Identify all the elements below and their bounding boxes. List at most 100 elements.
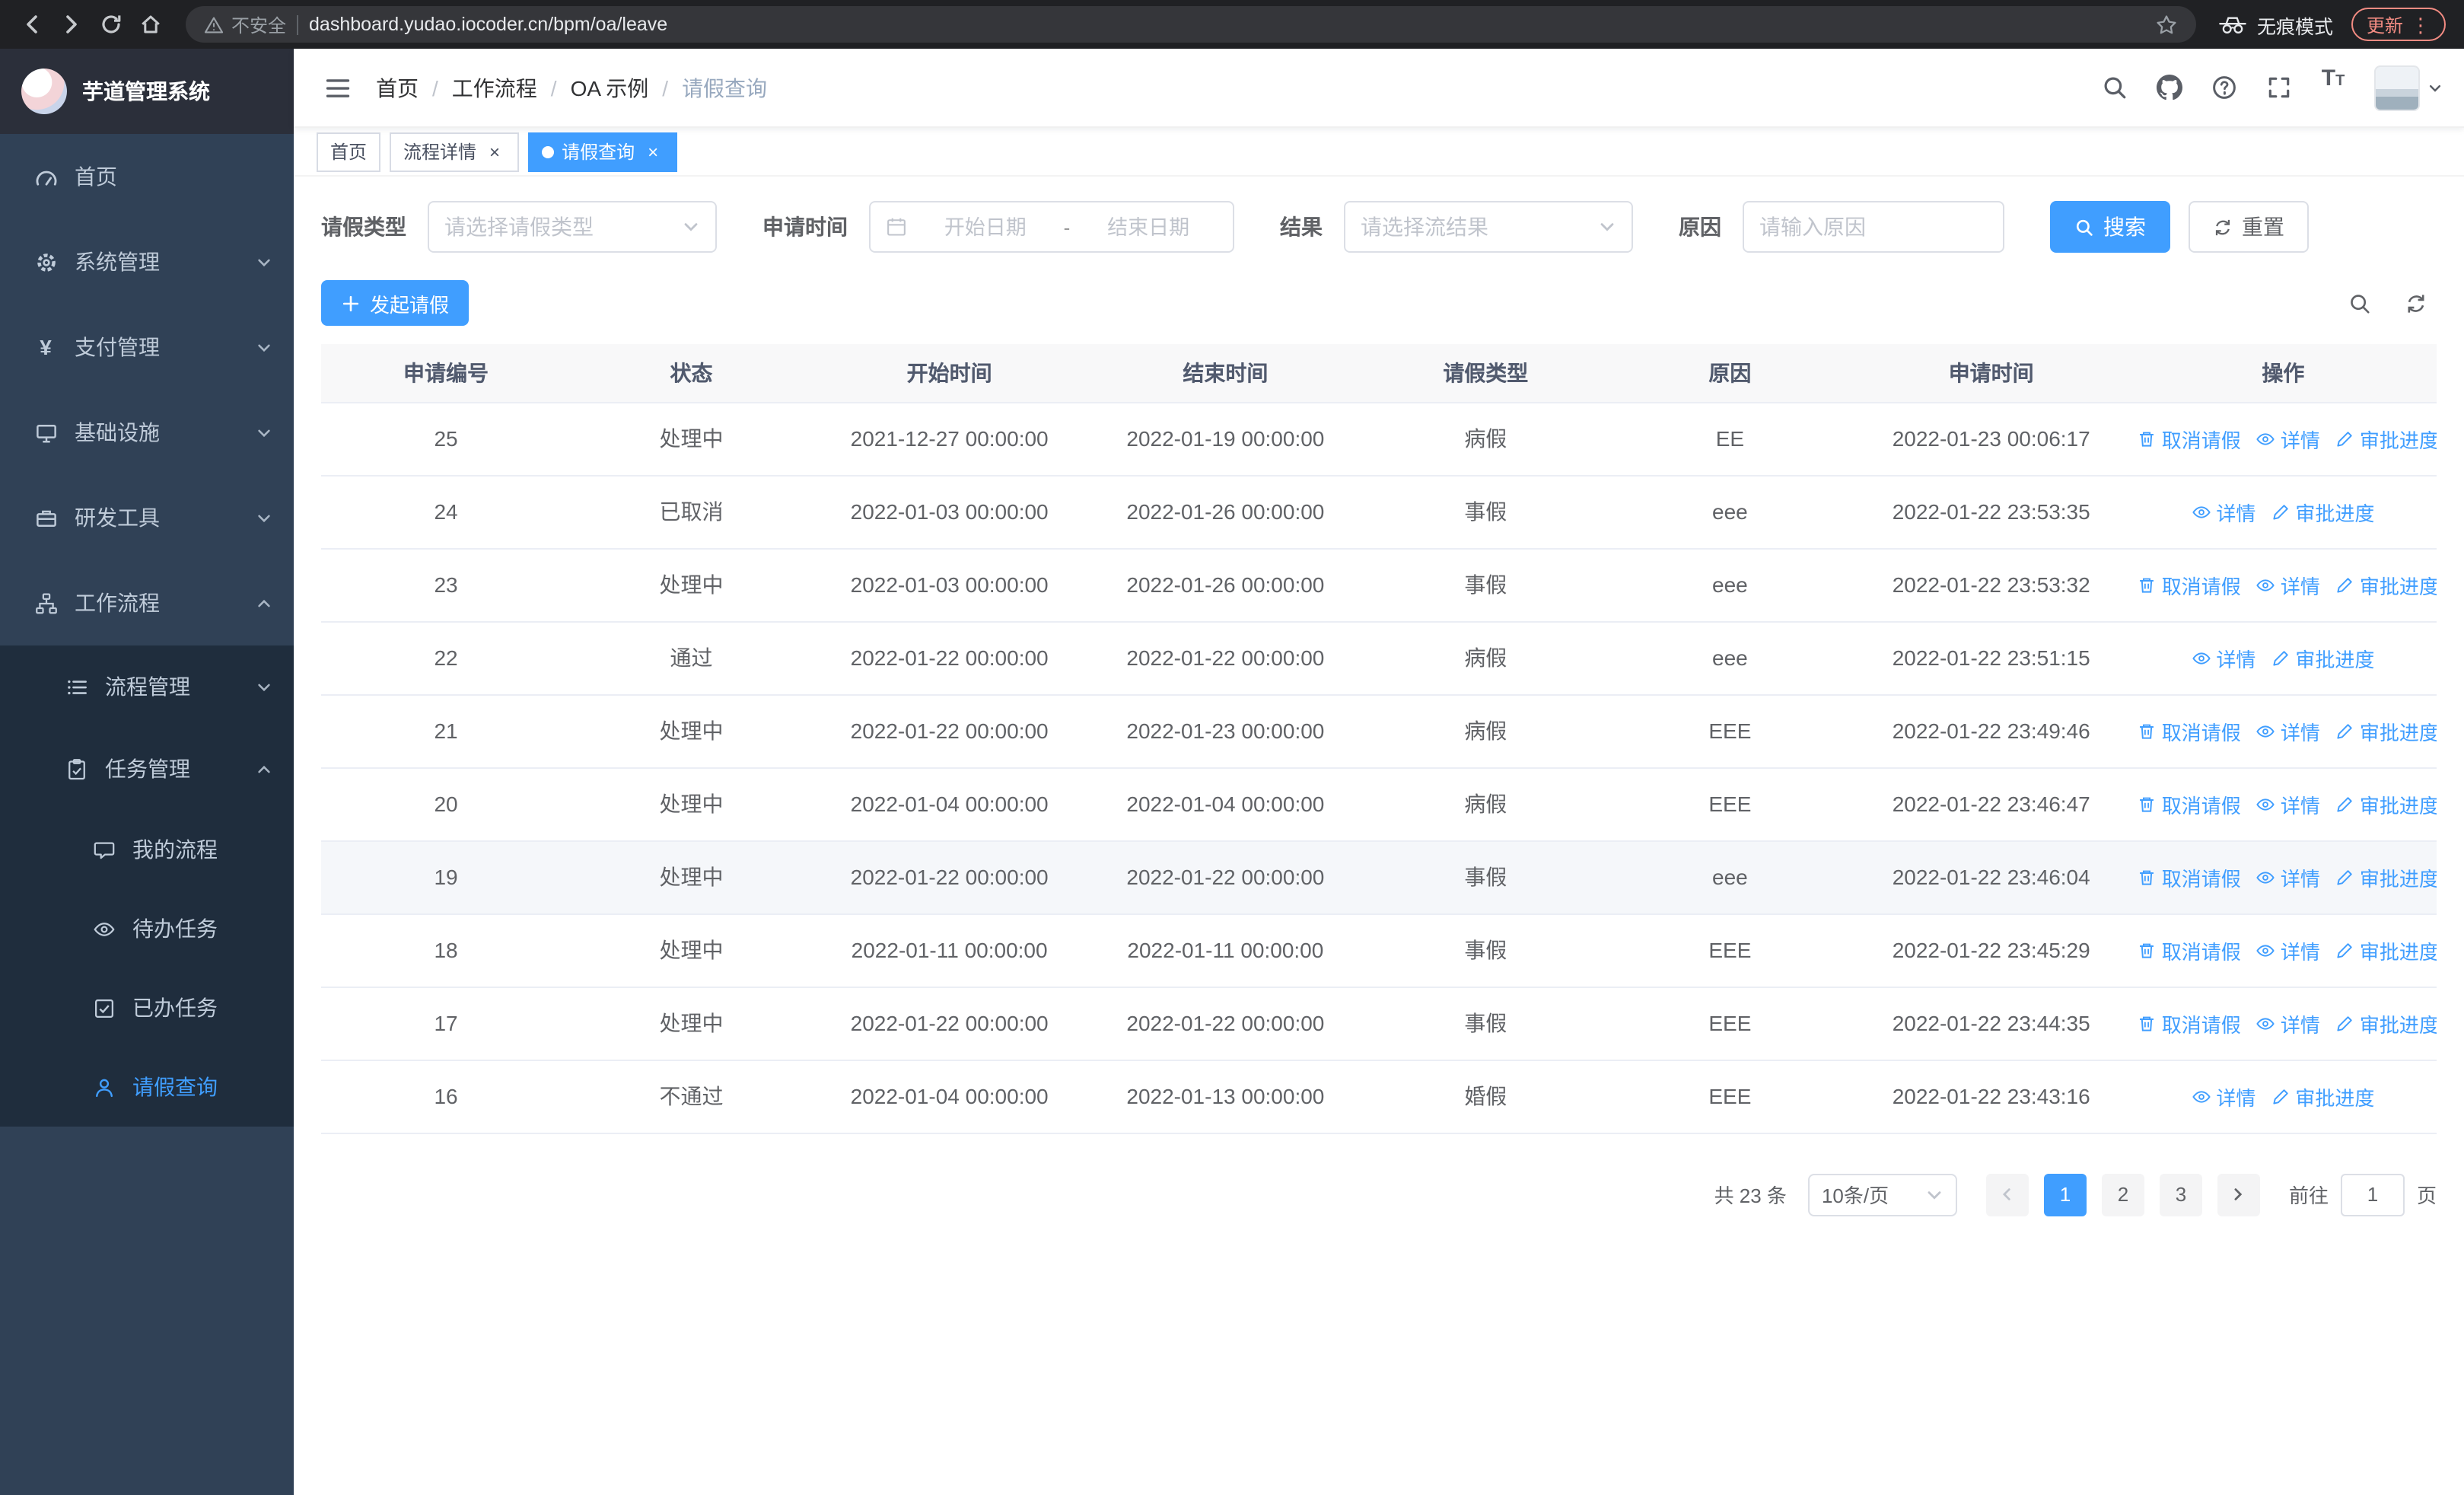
sidebar-item-payment[interactable]: ¥ 支付管理: [0, 304, 294, 390]
tab-process-detail[interactable]: 流程详情 ×: [390, 132, 520, 171]
browser-reload-button[interactable]: [91, 5, 131, 44]
sidebar-item-done-tasks[interactable]: 已办任务: [0, 968, 294, 1047]
sidebar-item-my-process[interactable]: 我的流程: [0, 810, 294, 889]
search-button[interactable]: 搜索: [2050, 201, 2170, 253]
cancel-leave-action[interactable]: 取消请假: [2138, 936, 2241, 964]
detail-action[interactable]: 详情: [2256, 570, 2320, 599]
chevron-down-icon: [256, 253, 272, 270]
sidebar-item-home[interactable]: 首页: [0, 134, 294, 219]
result-select[interactable]: [1344, 201, 1633, 253]
cancel-leave-action[interactable]: 取消请假: [2138, 570, 2241, 599]
page-button-1[interactable]: 1: [2043, 1173, 2087, 1216]
browser-back-button[interactable]: [12, 5, 52, 44]
approval-progress-action[interactable]: 审批进度: [2335, 424, 2437, 453]
approval-progress-action[interactable]: 审批进度: [2335, 716, 2437, 745]
approval-progress-action[interactable]: 审批进度: [2335, 570, 2437, 599]
fullscreen-icon[interactable]: [2255, 65, 2301, 110]
approval-progress-action[interactable]: 审批进度: [2271, 1082, 2374, 1111]
detail-action[interactable]: 详情: [2256, 424, 2320, 453]
page-size-select[interactable]: 10条/页: [1807, 1173, 1957, 1216]
detail-action[interactable]: 详情: [2256, 716, 2320, 745]
address-bar[interactable]: 不安全 dashboard.yudao.iocoder.cn/bpm/oa/le…: [186, 6, 2196, 43]
browser-forward-button[interactable]: [52, 5, 91, 44]
breadcrumb: 首页 / 工作流程 / OA 示例 / 请假查询: [376, 72, 767, 103]
breadcrumb-item[interactable]: OA 示例: [571, 72, 649, 103]
start-date-input[interactable]: [916, 215, 1055, 238]
browser-update-button[interactable]: 更新 ⋮: [2351, 8, 2446, 41]
detail-action[interactable]: 详情: [2256, 1009, 2320, 1038]
cell-start-time: 2022-01-04 00:00:00: [811, 1060, 1087, 1133]
user-menu[interactable]: [2374, 65, 2443, 110]
cancel-leave-action[interactable]: 取消请假: [2138, 716, 2241, 745]
cell-leave-type: 事假: [1364, 840, 1608, 914]
result-input[interactable]: [1361, 215, 1589, 239]
active-dot: [542, 145, 555, 158]
approval-progress-action[interactable]: 审批进度: [2335, 789, 2437, 818]
tab-home[interactable]: 首页: [317, 132, 381, 171]
tab-leave-query[interactable]: 请假查询 ×: [528, 132, 678, 171]
app-logo[interactable]: 芋道管理系统: [0, 49, 294, 134]
cell-end-time: 2022-01-26 00:00:00: [1087, 475, 1364, 549]
leave-type-select[interactable]: [428, 201, 717, 253]
detail-action[interactable]: 详情: [2192, 1082, 2255, 1111]
page-button-3[interactable]: 3: [2159, 1173, 2202, 1216]
cell-start-time: 2022-01-22 00:00:00: [811, 987, 1087, 1060]
sidebar-toggle-icon[interactable]: [315, 65, 361, 110]
close-icon[interactable]: ×: [642, 141, 664, 162]
page-button-2[interactable]: 2: [2101, 1173, 2144, 1216]
cancel-leave-action[interactable]: 取消请假: [2138, 789, 2241, 818]
leave-type-input[interactable]: [444, 215, 673, 239]
create-leave-button[interactable]: 发起请假: [321, 280, 470, 326]
reason-input[interactable]: [1759, 215, 1988, 239]
cell-apply-time: 2022-01-22 23:44:35: [1852, 987, 2130, 1060]
reset-button[interactable]: 重置: [2189, 201, 2309, 253]
reason-field[interactable]: [1743, 201, 2004, 253]
end-date-input[interactable]: [1079, 215, 1218, 238]
date-range-picker[interactable]: -: [869, 201, 1234, 253]
prev-page-button[interactable]: [1985, 1173, 2029, 1216]
refresh-table-icon[interactable]: [2405, 292, 2427, 314]
toggle-search-icon[interactable]: [2348, 292, 2371, 314]
breadcrumb-item[interactable]: 工作流程: [452, 72, 537, 103]
breadcrumb-item[interactable]: 首页: [376, 72, 419, 103]
sidebar-item-infra[interactable]: 基础设施: [0, 390, 294, 475]
close-icon[interactable]: ×: [484, 141, 505, 162]
search-icon[interactable]: [2091, 65, 2137, 110]
security-status[interactable]: 不安全: [204, 11, 286, 37]
browser-home-button[interactable]: [131, 5, 170, 44]
detail-action[interactable]: 详情: [2192, 643, 2255, 672]
bookmark-star-icon[interactable]: [2155, 13, 2178, 36]
detail-action[interactable]: 详情: [2192, 497, 2255, 526]
cancel-leave-action[interactable]: 取消请假: [2138, 862, 2241, 891]
sidebar-item-workflow[interactable]: 工作流程: [0, 560, 294, 645]
approval-progress-action[interactable]: 审批进度: [2335, 936, 2437, 964]
approval-progress-action[interactable]: 审批进度: [2271, 643, 2374, 672]
approval-progress-action[interactable]: 审批进度: [2271, 497, 2374, 526]
help-icon[interactable]: [2201, 65, 2246, 110]
sidebar-item-system[interactable]: 系统管理: [0, 219, 294, 304]
detail-action[interactable]: 详情: [2256, 862, 2320, 891]
github-icon[interactable]: [2146, 65, 2192, 110]
cell-actions: 取消请假 详情 审批进度: [2129, 548, 2437, 622]
detail-action[interactable]: 详情: [2256, 936, 2320, 964]
approval-progress-action[interactable]: 审批进度: [2335, 862, 2437, 891]
sidebar-item-todo-tasks[interactable]: 待办任务: [0, 889, 294, 968]
cell-end-time: 2022-01-13 00:00:00: [1087, 1060, 1364, 1133]
cancel-leave-action[interactable]: 取消请假: [2138, 424, 2241, 453]
cancel-leave-action[interactable]: 取消请假: [2138, 1009, 2241, 1038]
cell-apply-time: 2022-01-22 23:43:16: [1852, 1060, 2130, 1133]
column-header-actions: 操作: [2129, 344, 2437, 403]
approval-progress-action[interactable]: 审批进度: [2335, 1009, 2437, 1038]
goto-page-input[interactable]: [2340, 1173, 2405, 1216]
font-size-icon[interactable]: TT: [2310, 65, 2356, 110]
sidebar-item-devtools[interactable]: 研发工具: [0, 475, 294, 560]
cell-apply-id: 21: [321, 694, 571, 768]
sidebar-item-leave-query[interactable]: 请假查询: [0, 1047, 294, 1127]
chevron-up-icon: [256, 594, 272, 611]
sidebar-item-task-mgmt[interactable]: 任务管理: [0, 728, 294, 810]
sidebar-item-process-mgmt[interactable]: 流程管理: [0, 645, 294, 728]
detail-action[interactable]: 详情: [2256, 789, 2320, 818]
menu-kebab-icon[interactable]: ⋮: [2411, 14, 2431, 34]
next-page-button[interactable]: [2217, 1173, 2260, 1216]
security-label: 不安全: [231, 14, 287, 36]
